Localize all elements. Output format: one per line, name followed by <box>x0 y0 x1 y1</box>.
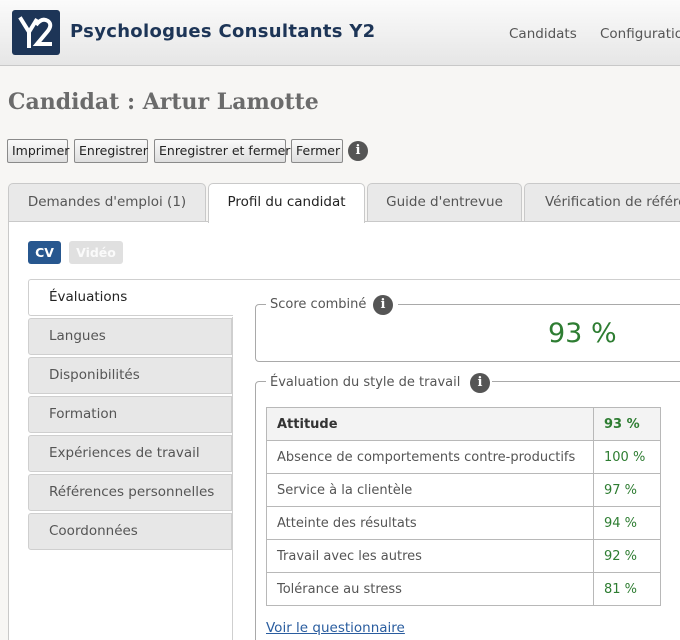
row-name: Tolérance au stress <box>266 572 594 606</box>
logo[interactable] <box>12 10 60 55</box>
row-value: 81 % <box>593 572 661 606</box>
table-row: Atteinte des résultats 94 % <box>266 506 661 540</box>
row-value: 97 % <box>593 473 661 507</box>
video-toggle[interactable]: Vidéo <box>69 241 123 264</box>
table-row: Absence de comportements contre-producti… <box>266 440 661 474</box>
sidebar-item-formation[interactable]: Formation <box>28 396 232 433</box>
cv-toggle[interactable]: CV <box>28 241 61 264</box>
divider <box>232 279 680 280</box>
combined-score-value: 93 % <box>548 318 617 349</box>
divider <box>232 317 233 640</box>
tab-guide-entrevue[interactable]: Guide d'entrevue <box>367 183 522 221</box>
row-value: 100 % <box>593 440 661 474</box>
sidebar-item-langues[interactable]: Langues <box>28 318 232 355</box>
brand-name: Psychologues Consultants Y2 <box>70 21 376 42</box>
row-name: Atteinte des résultats <box>266 506 594 540</box>
row-value: 94 % <box>593 506 661 540</box>
y2-logo-icon <box>18 16 53 48</box>
sidebar-item-references[interactable]: Références personnelles <box>28 474 232 511</box>
sidebar-item-disponibilites[interactable]: Disponibilités <box>28 357 232 394</box>
row-name: Service à la clientèle <box>266 473 594 507</box>
info-icon[interactable]: i <box>373 295 393 315</box>
page-title: Candidat : Artur Lamotte <box>8 89 319 115</box>
print-button[interactable]: Imprimer <box>7 139 69 163</box>
tab-profil-candidat[interactable]: Profil du candidat <box>208 183 365 223</box>
tab-verification-references[interactable]: Vérification de références <box>524 183 680 221</box>
row-name: Travail avec les autres <box>266 539 594 573</box>
table-row: Attitude 93 % <box>266 407 661 441</box>
nav-candidats[interactable]: Candidats <box>509 26 577 42</box>
tab-demandes-emploi[interactable]: Demandes d'emploi (1) <box>8 183 206 221</box>
view-questionnaire-link[interactable]: Voir le questionnaire <box>266 620 405 636</box>
sidebar-item-evaluations[interactable]: Évaluations <box>28 279 233 316</box>
close-button[interactable]: Fermer <box>291 139 343 163</box>
work-style-legend: Évaluation du style de travail i <box>266 372 492 394</box>
score-legend: Score combiné i <box>266 294 398 316</box>
table-row: Service à la clientèle 97 % <box>266 473 661 507</box>
table-row: Travail avec les autres 92 % <box>266 539 661 573</box>
info-icon[interactable]: i <box>348 141 368 161</box>
work-style-table: Attitude 93 % Absence de comportements c… <box>266 407 661 606</box>
save-button[interactable]: Enregistrer <box>74 139 148 163</box>
save-and-close-button[interactable]: Enregistrer et fermer <box>154 139 290 163</box>
nav-configuration[interactable]: Configuration <box>600 26 680 42</box>
row-value: 93 % <box>593 407 661 441</box>
row-name: Absence de comportements contre-producti… <box>266 440 594 474</box>
row-value: 92 % <box>593 539 661 573</box>
table-row: Tolérance au stress 81 % <box>266 572 661 606</box>
sidebar-item-coordonnees[interactable]: Coordonnées <box>28 513 232 550</box>
app-header: Psychologues Consultants Y2 Candidats Co… <box>0 0 680 66</box>
sidebar-item-experiences[interactable]: Expériences de travail <box>28 435 232 472</box>
score-legend-label: Score combiné <box>270 297 367 312</box>
row-name: Attitude <box>266 407 594 441</box>
work-style-legend-label: Évaluation du style de travail <box>270 375 461 390</box>
info-icon[interactable]: i <box>470 373 490 393</box>
